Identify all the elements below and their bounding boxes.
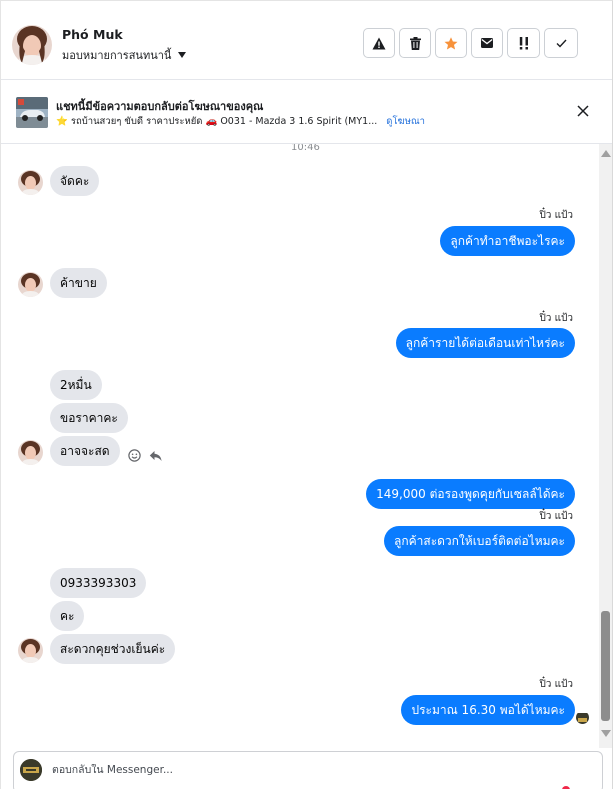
assign-label: มอบหมายการสนทนานี้ <box>62 49 172 62</box>
message-thread: 10:46 จัดคะ ปิ๋ว แป้ว ลูกค้าทำอาชีพอะไรค… <box>1 144 597 748</box>
page-avatar <box>20 759 42 781</box>
check-icon <box>556 39 567 48</box>
outgoing-message[interactable]: 149,000 ต่อรองพูดคุยกับเซลล์ได้คะ <box>366 479 575 509</box>
contact-avatar-small <box>18 272 43 297</box>
contact-name[interactable]: Phó Muk <box>62 27 123 42</box>
exclamation-icon <box>519 36 528 49</box>
contact-avatar-small <box>18 170 43 195</box>
follow-up-button[interactable] <box>507 28 540 58</box>
caret-down-icon <box>178 52 187 58</box>
ad-subtitle-text: ⭐ รถบ้านสวยๆ ขับดี ราคาประหยัด 🚗 O031 - … <box>56 116 378 127</box>
contact-avatar-small <box>18 440 43 465</box>
trash-icon <box>409 36 421 50</box>
incoming-message[interactable]: จัดคะ <box>50 166 100 196</box>
sender-name: ปิ๋ว แป้ว <box>539 511 573 522</box>
mark-done-button[interactable] <box>544 28 578 58</box>
outgoing-message[interactable]: ลูกค้าทำอาชีพอะไรคะ <box>440 226 575 256</box>
contact-avatar[interactable] <box>12 25 52 65</box>
contact-avatar-small <box>18 638 43 663</box>
view-ad-link[interactable]: ดูโฆษณา <box>386 114 425 129</box>
message-hover-actions <box>128 449 162 462</box>
incoming-message[interactable]: 0933393303 <box>50 568 147 598</box>
message-composer <box>13 751 603 789</box>
reply-input[interactable] <box>52 764 552 776</box>
ad-thumbnail[interactable] <box>16 97 48 128</box>
incoming-message[interactable]: สะดวกคุยช่วงเย็นค่ะ <box>50 634 176 664</box>
scroll-up-arrow-icon[interactable] <box>601 150 611 157</box>
incoming-message[interactable]: 2หมื่น <box>50 370 102 400</box>
reply-icon[interactable] <box>149 450 162 462</box>
sender-name: ปิ๋ว แป้ว <box>539 313 573 324</box>
outgoing-message[interactable]: ลูกค้าสะดวกให้เบอร์ติดต่อไหมคะ <box>383 526 575 556</box>
ad-banner-title: แชทนี้มีข้อความตอบกลับต่อโฆษณาของคุณ <box>56 100 264 113</box>
sender-name: ปิ๋ว แป้ว <box>539 679 573 690</box>
scroll-down-arrow-icon[interactable] <box>601 730 611 737</box>
scrollbar-thumb[interactable] <box>601 611 610 721</box>
envelope-icon <box>481 38 493 48</box>
star-button[interactable] <box>435 28 467 58</box>
outgoing-message[interactable]: ลูกค้ารายได้ต่อเดือนเท่าไหร่คะ <box>395 328 575 358</box>
ad-reply-banner: แชทนี้มีข้อความตอบกลับต่อโฆษณาของคุณ ⭐ ร… <box>1 80 612 144</box>
warning-icon <box>372 37 386 49</box>
sender-name: ปิ๋ว แป้ว <box>539 210 573 221</box>
mark-spam-button[interactable] <box>363 28 395 58</box>
incoming-message[interactable]: คะ <box>50 601 85 631</box>
close-icon[interactable] <box>576 104 590 118</box>
incoming-message[interactable]: ค้าขาย <box>50 268 107 298</box>
emoji-reaction-icon[interactable] <box>128 449 141 462</box>
mark-unread-button[interactable] <box>471 28 503 58</box>
assign-conversation-dropdown[interactable]: มอบหมายการสนทนานี้ <box>62 46 187 64</box>
ad-banner-subtitle: ⭐ รถบ้านสวยๆ ขับดี ราคาประหยัด 🚗 O031 - … <box>56 114 425 129</box>
chat-header: Phó Muk มอบหมายการสนทนานี้ <box>1 1 612 80</box>
chat-window: Phó Muk มอบหมายการสนทนานี้ แชทนี้มีข้อคว… <box>0 0 613 789</box>
incoming-message[interactable]: ขอราคาคะ <box>50 403 128 433</box>
outgoing-message[interactable]: ประมาณ 16.30 พอได้ไหมคะ <box>401 695 575 725</box>
conversation-actions <box>363 28 578 58</box>
star-icon <box>444 36 458 49</box>
incoming-message[interactable]: อาจจะสด <box>50 436 120 466</box>
delete-button[interactable] <box>399 28 431 58</box>
timestamp: 10:46 <box>291 144 320 153</box>
seen-indicator-avatar <box>576 711 589 724</box>
